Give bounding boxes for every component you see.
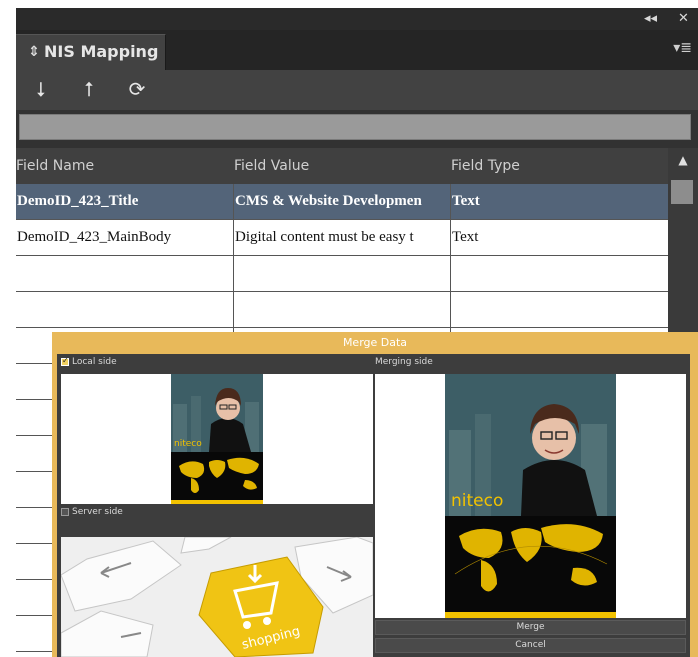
column-header-field-value[interactable]: Field Value xyxy=(234,148,309,184)
panel-menu-icon[interactable]: ▾≣ xyxy=(673,40,692,56)
field-name-cell: DemoID_423_Title xyxy=(16,184,234,219)
merging-side-label: Merging side xyxy=(375,357,433,367)
panel-tab-row: ⇕ NIS Mapping ▾≣ xyxy=(16,30,698,70)
niteco-logo-local: niteco xyxy=(174,439,202,449)
refresh-icon[interactable]: ⟳ xyxy=(124,76,150,102)
merge-button[interactable]: Merge xyxy=(375,620,686,635)
server-side-image-panel: shopping xyxy=(61,537,373,657)
local-side-checkbox[interactable] xyxy=(61,356,69,366)
tab-label: NIS Mapping xyxy=(44,42,159,61)
column-header-field-name[interactable]: Field Name xyxy=(16,148,94,184)
panel-titlebar: ◂◂ ✕ xyxy=(16,8,698,30)
column-header-field-type[interactable]: Field Type xyxy=(451,148,520,184)
field-type-cell: Text xyxy=(452,229,479,245)
local-side-image-panel: niteco xyxy=(61,374,373,504)
table-row[interactable] xyxy=(16,256,668,292)
collapse-panel-icon[interactable]: ◂◂ xyxy=(644,11,657,26)
merging-side-image-panel: niteco xyxy=(375,374,686,618)
table-row[interactable]: DemoID_423_Title CMS & Website Developme… xyxy=(16,184,668,220)
scrollbar-thumb[interactable] xyxy=(671,180,693,204)
local-side-image: niteco xyxy=(61,374,373,504)
tab-nis-mapping[interactable]: ⇕ NIS Mapping xyxy=(16,34,166,70)
server-side-image: shopping xyxy=(61,537,373,657)
niteco-logo-merge: niteco xyxy=(451,491,503,511)
scroll-up-icon[interactable]: ▲ xyxy=(668,148,698,172)
close-panel-icon[interactable]: ✕ xyxy=(678,11,689,26)
table-header: Field Name Field Value Field Type xyxy=(16,148,668,184)
field-value-cell: CMS & Website Developmen xyxy=(234,184,451,219)
server-side-label: Server side xyxy=(72,507,123,517)
search-input[interactable] xyxy=(19,114,691,140)
server-side-checkbox[interactable] xyxy=(61,508,69,516)
cancel-button[interactable]: Cancel xyxy=(375,638,686,653)
field-name-cell: DemoID_423_MainBody xyxy=(16,220,234,255)
local-side-label: Local side xyxy=(72,357,117,367)
field-type-cell: Text xyxy=(452,193,480,209)
arrow-up-icon[interactable]: ⭡ xyxy=(76,76,102,102)
toolbar: ⭣ ⭡ ⟳ xyxy=(16,70,698,110)
table-row[interactable] xyxy=(16,292,668,328)
arrow-down-icon[interactable]: ⭣ xyxy=(28,76,54,102)
merge-data-dialog: Merge Data Local side niteco xyxy=(52,332,698,657)
field-value-cell: Digital content must be easy t xyxy=(234,220,451,255)
dialog-body: Local side niteco xyxy=(57,354,690,657)
tab-chevron-icon: ⇕ xyxy=(28,44,40,60)
table-row[interactable]: DemoID_423_MainBody Digital content must… xyxy=(16,220,668,256)
merging-side-image: niteco xyxy=(375,374,686,618)
dialog-title: Merge Data xyxy=(342,336,408,349)
